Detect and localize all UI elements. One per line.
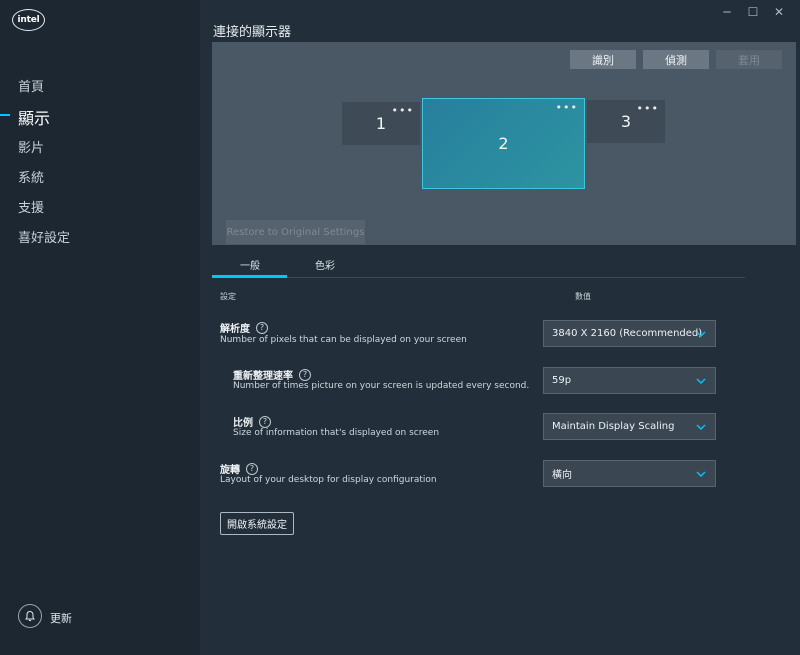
active-nav-indicator — [0, 114, 10, 116]
monitor-number: 3 — [620, 112, 632, 131]
sidebar-item-video[interactable]: 影片 — [18, 137, 44, 156]
apply-button[interactable]: 套用 — [716, 50, 782, 69]
sidebar: intel 首頁 顯示 影片 系統 支援 喜好設定 更新 — [0, 0, 200, 655]
detect-button[interactable]: 偵測 — [643, 50, 709, 69]
more-options-icon[interactable]: ••• — [392, 104, 414, 117]
more-options-icon[interactable]: ••• — [637, 102, 659, 115]
scale-title: 比例 ? — [233, 414, 271, 429]
more-options-icon[interactable]: ••• — [556, 101, 578, 114]
identify-button[interactable]: 識別 — [570, 50, 636, 69]
rotation-title: 旋轉 ? — [220, 461, 258, 476]
sidebar-item-home[interactable]: 首頁 — [18, 76, 44, 95]
sidebar-item-support[interactable]: 支援 — [18, 197, 44, 216]
resolution-value: 3840 X 2160 (Recommended) — [552, 328, 703, 339]
sidebar-item-preferences[interactable]: 喜好設定 — [18, 227, 70, 246]
refresh-rate-title: 重新整理速率 ? — [233, 367, 311, 382]
chevron-down-icon — [696, 378, 706, 384]
rotation-label: 旋轉 — [220, 465, 240, 476]
value-column-header: 數值 — [575, 292, 591, 301]
minimize-button[interactable]: ─ — [715, 4, 739, 20]
rotation-dropdown[interactable]: 橫向 — [543, 460, 716, 487]
help-icon[interactable]: ? — [299, 368, 311, 381]
scale-value: Maintain Display Scaling — [552, 421, 675, 432]
display-arrangement-panel: 識別 偵測 套用 1 ••• 3 ••• 2 ••• Restore to Or… — [212, 42, 796, 245]
help-icon[interactable]: ? — [246, 462, 258, 475]
bell-icon[interactable] — [18, 604, 42, 628]
maximize-button[interactable]: ☐ — [741, 4, 765, 20]
resolution-title: 解析度 ? — [220, 320, 268, 335]
intel-logo: intel — [12, 9, 45, 31]
monitor-1[interactable]: 1 ••• — [342, 102, 420, 145]
chevron-down-icon — [696, 331, 706, 337]
resolution-label: 解析度 — [220, 324, 250, 335]
update-label[interactable]: 更新 — [50, 610, 72, 626]
rotation-description: Layout of your desktop for display confi… — [220, 475, 437, 485]
sidebar-item-display[interactable]: 顯示 — [18, 105, 50, 129]
resolution-dropdown[interactable]: 3840 X 2160 (Recommended) — [543, 320, 716, 347]
restore-original-settings-button[interactable]: Restore to Original Settings — [226, 220, 365, 244]
connected-displays-title: 連接的顯示器 — [213, 25, 292, 40]
sidebar-item-system[interactable]: 系統 — [18, 167, 44, 186]
chevron-down-icon — [696, 471, 706, 477]
tab-color[interactable]: 色彩 — [315, 257, 335, 272]
help-icon[interactable]: ? — [259, 415, 271, 428]
rotation-value: 橫向 — [552, 470, 572, 481]
scale-label: 比例 — [233, 418, 253, 429]
chevron-down-icon — [696, 424, 706, 430]
settings-column-header: 設定 — [220, 292, 236, 301]
scale-dropdown[interactable]: Maintain Display Scaling — [543, 413, 716, 440]
monitor-number: 1 — [375, 114, 387, 133]
monitor-3[interactable]: 3 ••• — [587, 100, 665, 143]
tab-bar: 一般 色彩 — [212, 250, 745, 278]
open-system-settings-button[interactable]: 開啟系統設定 — [220, 512, 294, 535]
monitor-number: 2 — [498, 134, 509, 153]
refresh-rate-dropdown[interactable]: 59p — [543, 367, 716, 394]
refresh-rate-label: 重新整理速率 — [233, 371, 293, 382]
refresh-rate-description: Number of times picture on your screen i… — [233, 381, 530, 391]
active-tab-indicator — [212, 275, 287, 278]
close-button[interactable]: ✕ — [767, 4, 791, 20]
scale-description: Size of information that's displayed on … — [233, 428, 440, 438]
help-icon[interactable]: ? — [256, 321, 268, 334]
tab-general[interactable]: 一般 — [240, 257, 260, 272]
resolution-description: Number of pixels that can be displayed o… — [220, 335, 467, 345]
refresh-rate-value: 59p — [552, 375, 572, 386]
main-content: ─ ☐ ✕ 連接的顯示器 識別 偵測 套用 1 ••• 3 ••• 2 ••• … — [200, 0, 800, 655]
monitor-2[interactable]: 2 ••• — [422, 98, 585, 189]
